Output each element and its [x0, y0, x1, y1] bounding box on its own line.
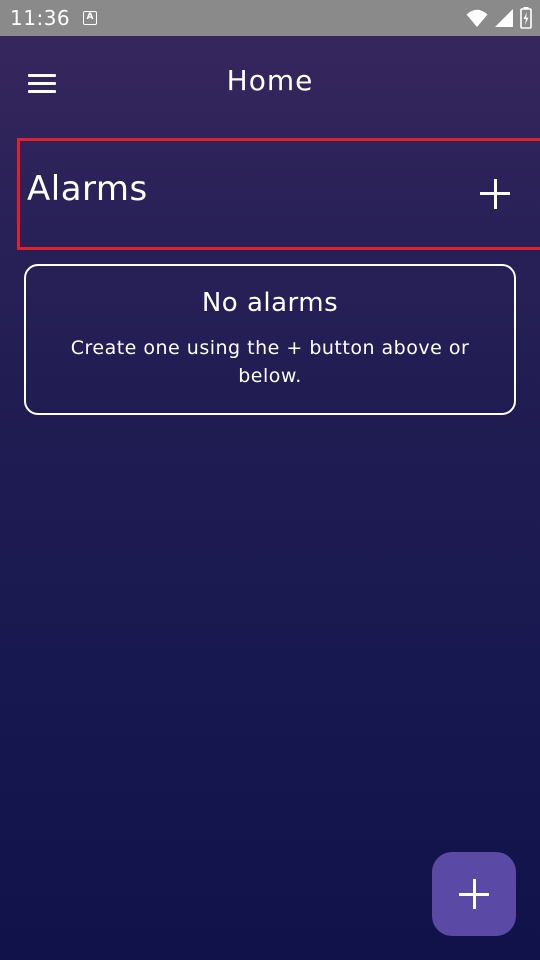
signal-icon [495, 9, 513, 27]
page-title: Home [226, 64, 314, 97]
battery-charging-icon [520, 7, 532, 29]
app-bar: Home [0, 36, 540, 130]
section-title: Alarms [27, 169, 148, 209]
status-bar: 11:36 A [0, 0, 540, 36]
status-icons [466, 7, 532, 29]
notification-a-icon: A [83, 11, 97, 25]
status-time: 11:36 [10, 6, 71, 30]
alarms-section-header: Alarms [17, 138, 540, 250]
add-alarm-fab[interactable] [432, 852, 516, 936]
empty-state-description: Create one using the + button above or b… [70, 337, 470, 387]
empty-state-title: No alarms [201, 288, 339, 318]
wifi-icon [466, 9, 488, 27]
add-alarm-button[interactable] [470, 169, 518, 217]
empty-alarms-card: No alarms Create one using the + button … [24, 264, 516, 415]
